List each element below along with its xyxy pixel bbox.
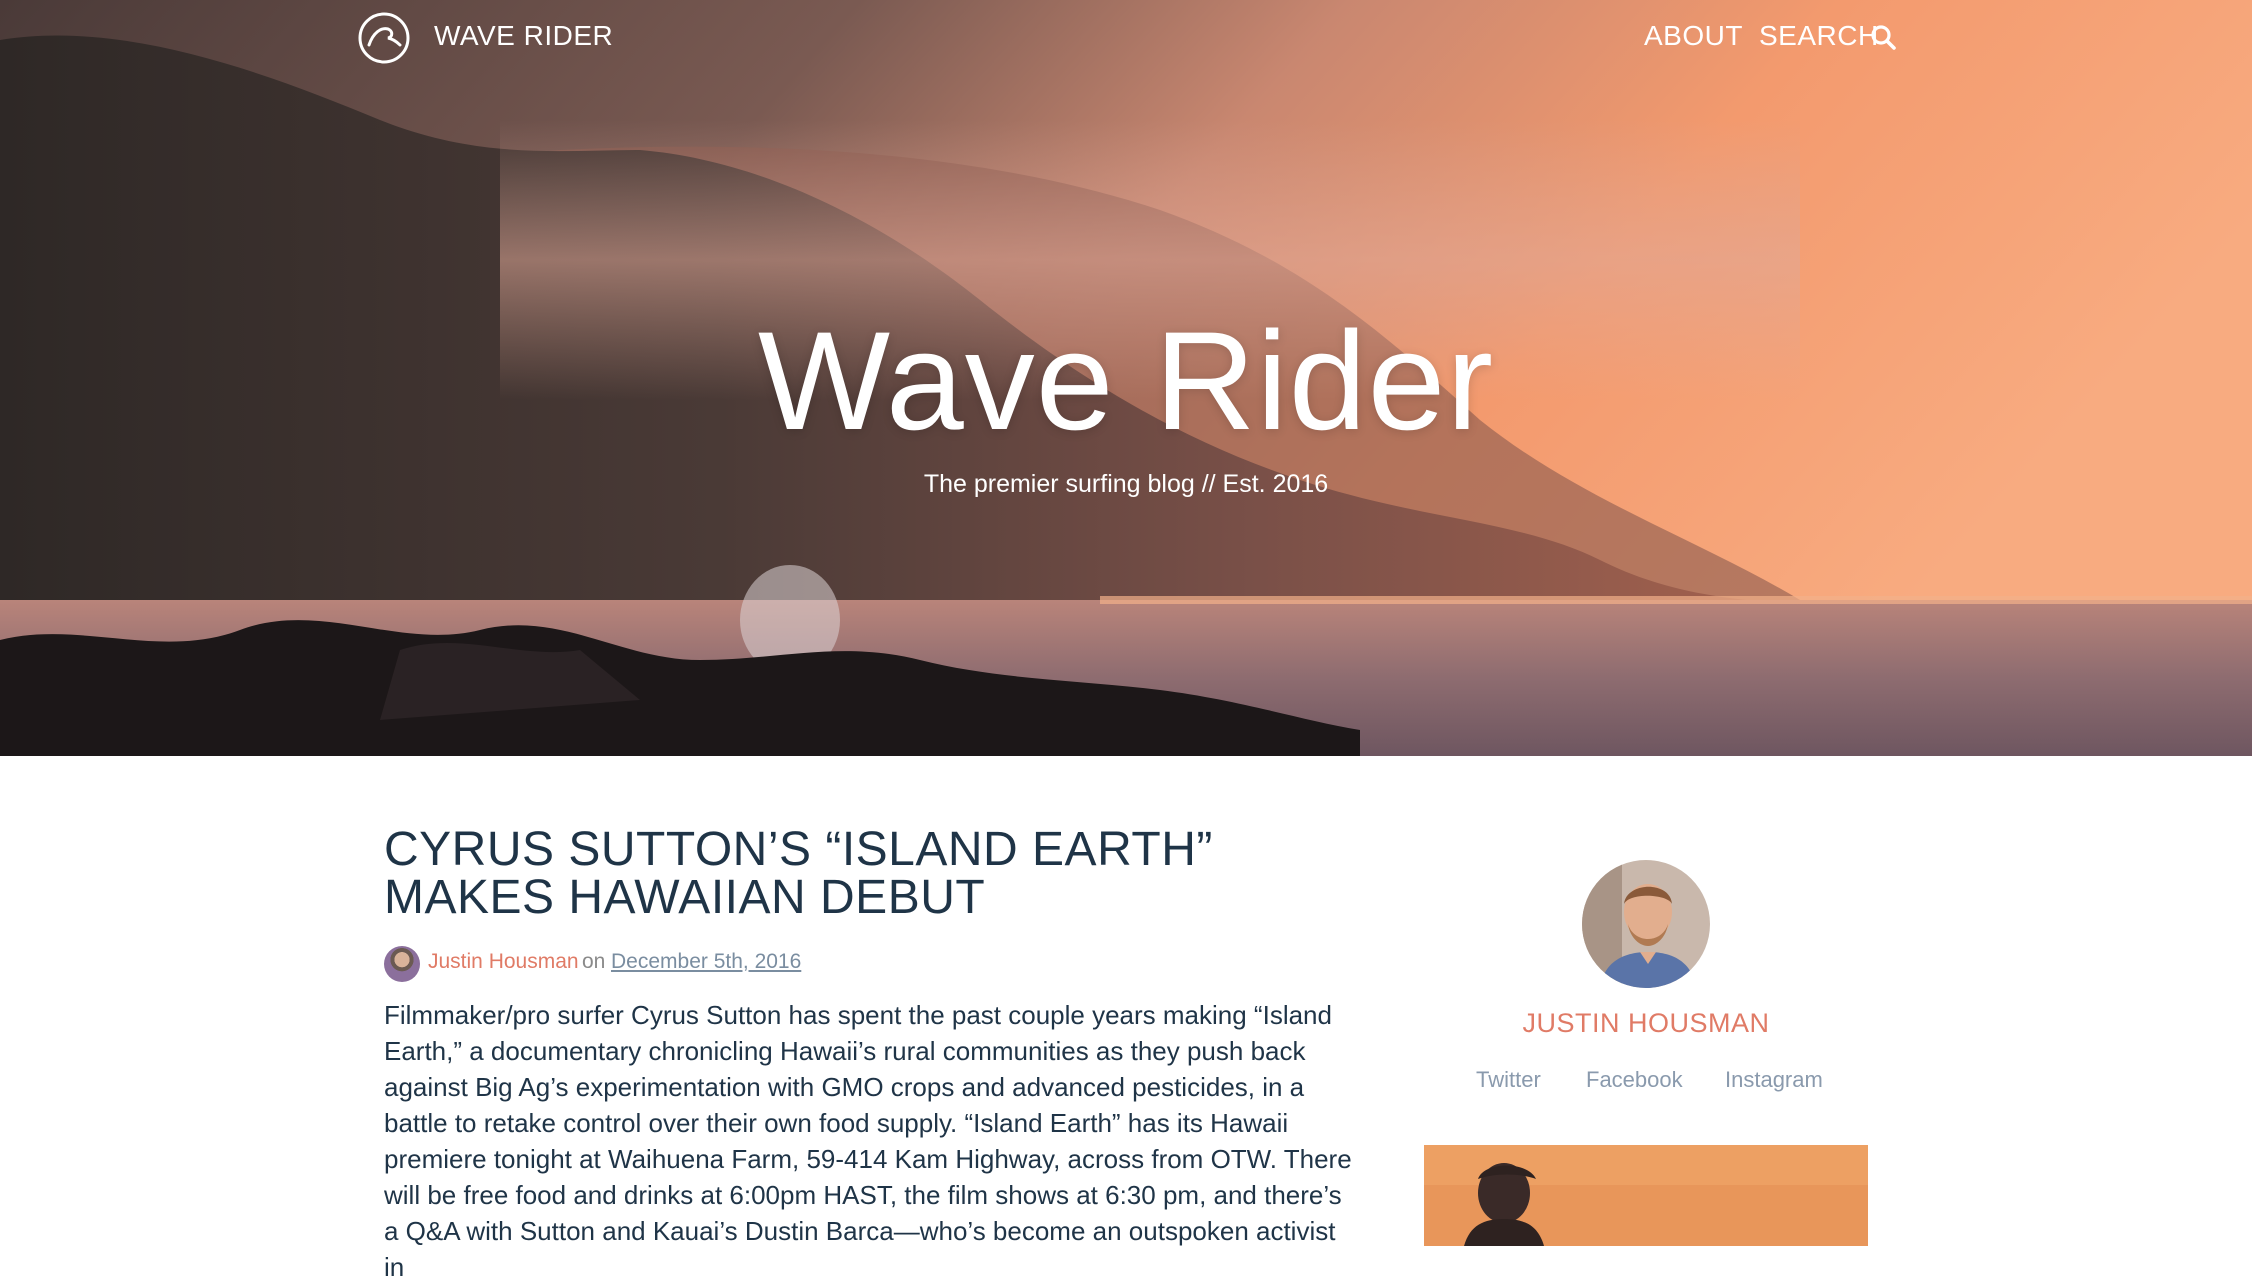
author-portrait-image xyxy=(1582,860,1710,988)
hero-tagline: The premier surfing blog // Est. 2016 xyxy=(923,470,1329,498)
wave-logo-icon[interactable] xyxy=(357,11,411,65)
byline-on-text: on xyxy=(582,950,606,973)
byline-author-link[interactable]: Justin Housman xyxy=(428,950,579,974)
byline-avatar[interactable] xyxy=(384,946,420,982)
hero-title: Wave Rider xyxy=(757,302,1495,459)
author-avatar[interactable] xyxy=(1582,860,1710,988)
brand-link[interactable]: WAVE RIDER xyxy=(434,20,613,52)
facebook-link[interactable]: Facebook xyxy=(1586,1067,1683,1093)
search-icon[interactable] xyxy=(1870,24,1896,50)
top-navigation: WAVE RIDER ABOUT SEARCH xyxy=(0,0,2252,76)
byline-date-link[interactable]: December 5th, 2016 xyxy=(611,950,801,974)
post-title[interactable]: CYRUS SUTTON’S “ISLAND EARTH” MAKES HAWA… xyxy=(384,826,1384,922)
twitter-link[interactable]: Twitter xyxy=(1476,1067,1541,1093)
nav-about-link[interactable]: ABOUT xyxy=(1644,20,1743,52)
nav-search-link[interactable]: SEARCH xyxy=(1759,20,1879,52)
surfer-silhouette-image xyxy=(1424,1145,1868,1246)
sidebar-author-name[interactable]: JUSTIN HOUSMAN xyxy=(1424,1008,1868,1039)
instagram-link[interactable]: Instagram xyxy=(1725,1067,1823,1093)
sidebar-feature-image[interactable] xyxy=(1424,1145,1868,1246)
post-body: Filmmaker/pro surfer Cyrus Sutton has sp… xyxy=(384,1000,1352,1282)
